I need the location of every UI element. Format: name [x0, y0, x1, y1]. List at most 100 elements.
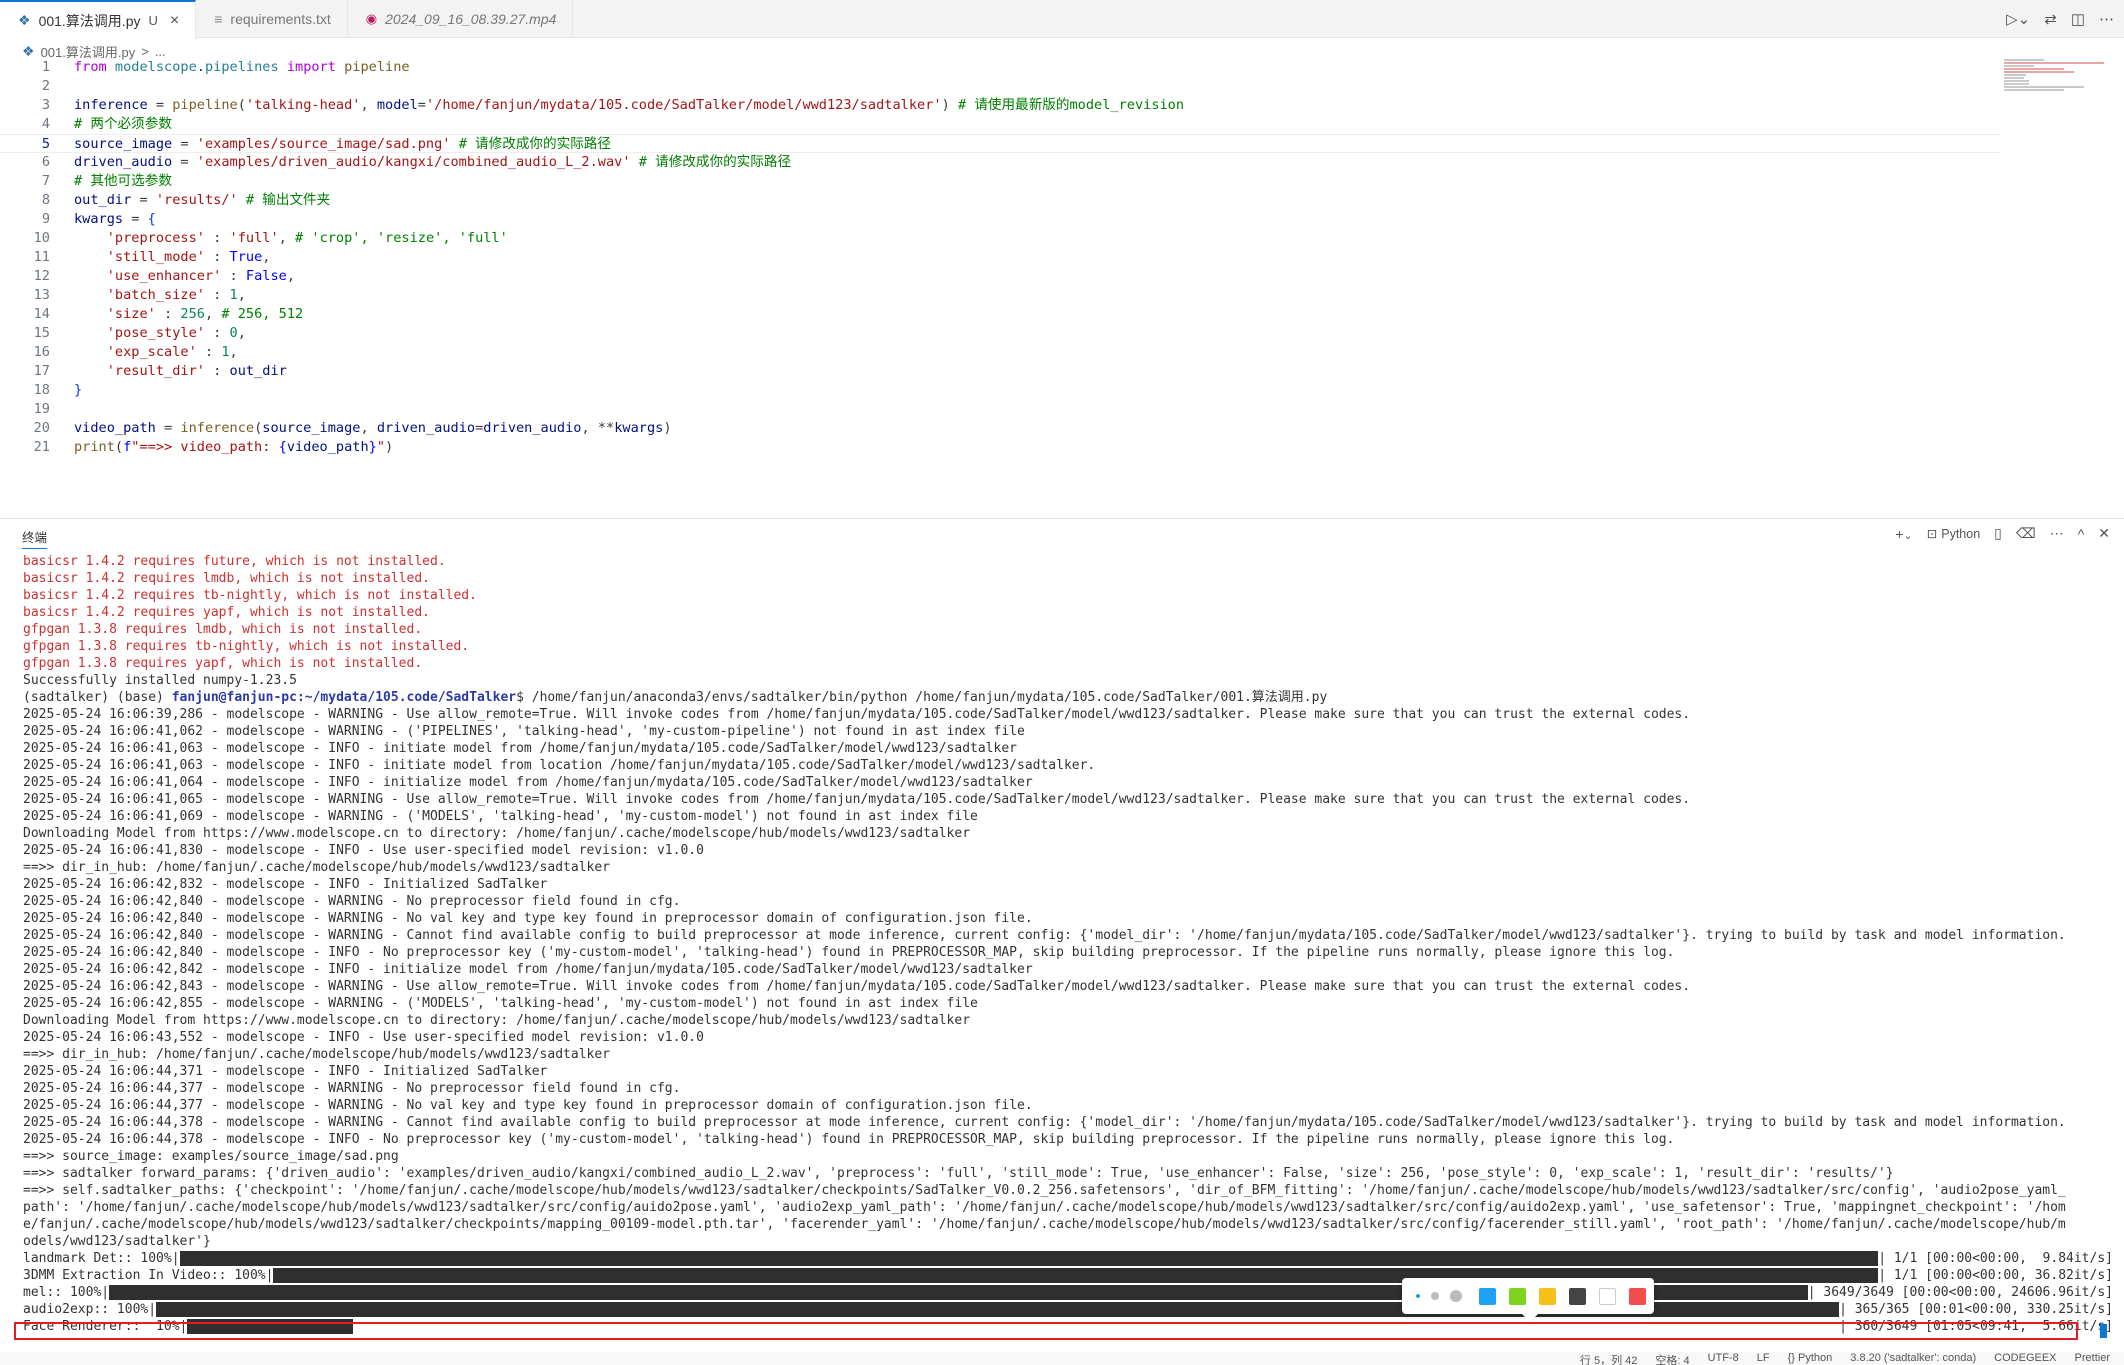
color-swatch[interactable] [1569, 1287, 1586, 1305]
code-line: 10 'preprocess' : 'full', # 'crop', 'res… [0, 229, 2000, 248]
progress-row: mel:: 100%| | 3649/3649 [00:00<00:00, 246… [23, 1284, 2117, 1301]
terminal-line: 2025-05-24 16:06:42,840 - modelscope - W… [23, 911, 1033, 926]
progress-stats: | 1/1 [00:00<00:00, 36.82it/s] [1878, 1268, 2113, 1283]
more-icon[interactable]: ⋯ [2099, 10, 2114, 28]
trash-icon[interactable]: ⌫ [2016, 525, 2036, 542]
terminal-prompt: (sadtalker) (base) fanjun@fanjun-pc:~/my… [23, 690, 1328, 705]
terminal-line: 2025-05-24 16:06:42,842 - modelscope - I… [23, 962, 1033, 977]
panel-tab-terminal[interactable]: 终端 [22, 527, 48, 549]
video-file-icon: ◉ [365, 11, 378, 26]
pen-size-large[interactable] [1450, 1290, 1462, 1302]
line-number: 9 [41, 211, 50, 227]
terminal-shell-selector[interactable]: ⊡ Python [1927, 526, 1980, 542]
color-swatch[interactable] [1479, 1287, 1496, 1305]
annotation-toolbar [1402, 1278, 1654, 1322]
code-line: 17 'result_dir' : out_dir [0, 362, 2000, 381]
maximize-panel-icon[interactable]: ^ [2078, 526, 2085, 542]
progress-fill [179, 1251, 1879, 1266]
line-number: 17 [33, 363, 50, 379]
progress-stats: | 365/365 [00:01<00:00, 330.25it/s] [1839, 1302, 2113, 1317]
terminal-line: 2025-05-24 16:06:43,552 - modelscope - I… [23, 1030, 704, 1045]
code-line: 6 driven_audio = 'examples/driven_audio/k… [0, 153, 2000, 172]
status-indentation[interactable]: 空格: 4 [1655, 1352, 1689, 1365]
code-line: 9 kwargs = { [0, 210, 2000, 229]
line-number: 5 [41, 136, 50, 152]
close-icon[interactable]: × [170, 12, 179, 30]
terminal-line: 2025-05-24 16:06:41,069 - modelscope - W… [23, 809, 978, 824]
terminal-output[interactable]: basicsr 1.4.2 requires future, which is … [23, 553, 2117, 1335]
pen-size-small[interactable] [1416, 1294, 1420, 1298]
terminal-line: 2025-05-24 16:06:42,832 - modelscope - I… [23, 877, 548, 892]
python-file-icon: ❖ [22, 42, 35, 59]
code-line: 11 'still_mode' : True, [0, 248, 2000, 267]
new-terminal-icon[interactable]: +⌄ [1895, 526, 1912, 542]
compare-icon[interactable]: ⇄ [2044, 10, 2057, 28]
tab-requirements-txt[interactable]: ≡ requirements.txt [196, 0, 348, 38]
line-number: 21 [33, 439, 50, 455]
code-line: 12 'use_enhancer' : False, [0, 267, 2000, 286]
python-file-icon: ❖ [18, 12, 31, 28]
terminal-line: 2025-05-24 16:06:44,377 - modelscope - W… [23, 1081, 681, 1096]
terminal-line: basicsr 1.4.2 requires tb-nightly, which… [23, 588, 477, 603]
code-line: 19 [0, 400, 2000, 419]
terminal-cursor [2100, 1324, 2107, 1338]
status-interpreter[interactable]: 3.8.20 ('sadtalker': conda) [1850, 1352, 1976, 1365]
code-line: 4 # 两个必须参数 [0, 115, 2000, 134]
highlight-box [14, 1322, 2078, 1340]
status-codegeex[interactable]: CODEGEEX [1994, 1352, 2056, 1365]
status-encoding[interactable]: UTF-8 [1708, 1352, 1739, 1365]
status-eol[interactable]: LF [1757, 1352, 1770, 1365]
terminal-line: 2025-05-24 16:06:41,830 - modelscope - I… [23, 843, 704, 858]
pen-size-medium[interactable] [1431, 1292, 1439, 1300]
progress-label: landmark Det:: 100%| [23, 1251, 180, 1266]
line-number: 18 [33, 382, 50, 398]
progress-row: audio2exp:: 100%| | 365/365 [00:01<00:00,… [23, 1301, 2117, 1318]
status-prettier[interactable]: Prettier [2075, 1352, 2110, 1365]
tab-label: requirements.txt [230, 11, 331, 27]
terminal-line: gfpgan 1.3.8 requires tb-nightly, which … [23, 639, 470, 654]
line-number: 12 [33, 268, 50, 284]
color-swatch[interactable] [1599, 1287, 1616, 1305]
code-line: 15 'pose_style' : 0, [0, 324, 2000, 343]
split-editor-icon[interactable]: ◫ [2071, 10, 2085, 28]
code-line: 7 # 其他可选参数 [0, 172, 2000, 191]
line-number: 1 [41, 59, 50, 75]
line-number: 7 [41, 173, 50, 189]
status-cursor-position[interactable]: 行 5，列 42 [1580, 1352, 1637, 1365]
terminal-line: ==>> self.sadtalker_paths: {'checkpoint'… [23, 1183, 2066, 1198]
terminal-line: 2025-05-24 16:06:42,855 - modelscope - W… [23, 996, 978, 1011]
split-terminal-icon[interactable]: ▯ [1994, 525, 2002, 542]
code-line: 21 print(f"==>> video_path: {video_path}"… [0, 438, 2000, 457]
tab-algorithm-py[interactable]: ❖ 001.算法调用.py U × [0, 0, 197, 39]
minimap[interactable] [2004, 58, 2114, 118]
terminal-line: 2025-05-24 16:06:42,843 - modelscope - W… [23, 979, 1691, 994]
line-number: 3 [41, 97, 50, 113]
tab-video-mp4[interactable]: ◉ 2024_09_16_08.39.27.mp4 [348, 0, 574, 38]
run-icon[interactable]: ▷⌄ [2006, 10, 2030, 28]
status-language[interactable]: {} Python [1788, 1352, 1833, 1365]
line-number: 8 [41, 192, 50, 208]
close-panel-icon[interactable]: ✕ [2098, 525, 2110, 542]
color-swatch[interactable] [1509, 1287, 1526, 1305]
code-line: 18} [0, 381, 2000, 400]
terminal-line: 2025-05-24 16:06:44,377 - modelscope - W… [23, 1098, 1033, 1113]
text-file-icon: ≡ [214, 11, 223, 27]
code-line-current: 5 source_image = 'examples/source_image/s… [0, 134, 2000, 153]
more-icon[interactable]: ⋯ [2050, 525, 2064, 542]
progress-stats: | 1/1 [00:00<00:00, 9.84it/s] [1878, 1251, 2113, 1266]
terminal-line: 2025-05-24 16:06:44,371 - modelscope - I… [23, 1064, 548, 1079]
code-line: 14 'size' : 256, # 256, 512 [0, 305, 2000, 324]
line-number: 13 [33, 287, 50, 303]
line-number: 15 [33, 325, 50, 341]
code-editor[interactable]: 1 from modelscope.pipelines import pipeli… [0, 58, 2000, 518]
breadcrumb-rest[interactable]: ... [155, 44, 166, 59]
code-line: 3 inference = pipeline('talking-head', mo… [0, 96, 2000, 115]
code-line: 1 from modelscope.pipelines import pipeli… [0, 58, 2000, 77]
terminal-line: basicsr 1.4.2 requires future, which is … [23, 554, 446, 569]
color-swatch[interactable] [1539, 1287, 1556, 1305]
terminal-line: basicsr 1.4.2 requires yapf, which is no… [23, 605, 430, 620]
color-swatch[interactable] [1629, 1287, 1646, 1305]
terminal-line: 2025-05-24 16:06:42,840 - modelscope - W… [23, 928, 2066, 943]
panel-actions: +⌄ ⊡ Python ▯ ⌫ ⋯ ^ ✕ [1895, 525, 2110, 542]
terminal-line: path': '/home/fanjun/.cache/modelscope/h… [23, 1200, 2066, 1215]
